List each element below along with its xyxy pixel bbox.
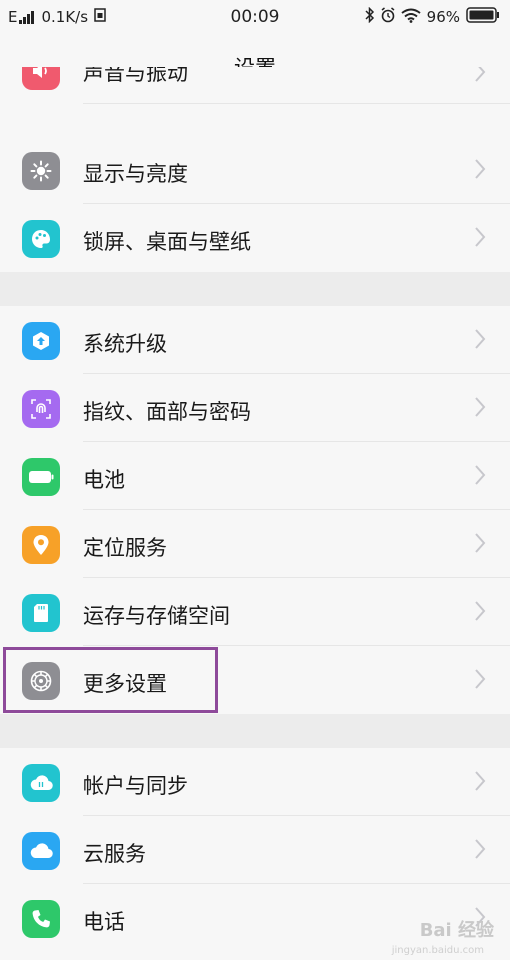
settings-row-label: 帐户与同步 (83, 774, 188, 798)
chevron-right-icon (475, 601, 486, 621)
chevron-right-icon (475, 669, 486, 689)
chevron-right-icon (475, 397, 486, 417)
battery-status-icon (466, 7, 500, 27)
volume-icon (22, 67, 60, 90)
settings-row-battery[interactable]: 电池 (0, 442, 510, 510)
settings-row-label: 显示与亮度 (83, 162, 188, 186)
settings-row-label: 电话 (83, 910, 125, 934)
wifi-icon (401, 8, 421, 27)
settings-row-label: 锁屏、桌面与壁纸 (83, 230, 251, 254)
settings-row-system-update[interactable]: 系统升级 (0, 306, 510, 374)
status-right: 96% (365, 6, 500, 27)
settings-row-lockscreen[interactable]: 锁屏、桌面与壁纸 (0, 204, 510, 272)
settings-row-sound[interactable]: 声音与振动 (0, 67, 510, 104)
battery-percent: 96% (426, 8, 460, 26)
alarm-icon (380, 7, 396, 27)
chevron-right-icon (475, 533, 486, 553)
settings-row-label: 云服务 (83, 842, 146, 866)
settings-row-cloud-service[interactable]: 云服务 (0, 816, 510, 884)
chevron-right-icon (475, 465, 486, 485)
chevron-right-icon (475, 227, 486, 247)
watermark-url: jingyan.baidu.com (391, 945, 484, 956)
update-icon (22, 322, 60, 360)
settings-row-display[interactable]: 显示与亮度 (0, 136, 510, 204)
cloud-icon (22, 832, 60, 870)
settings-row-accounts[interactable]: 帐户与同步 (0, 748, 510, 816)
settings-row-storage[interactable]: 运存与存储空间 (0, 578, 510, 646)
section-gap (0, 272, 510, 306)
palette-icon (22, 220, 60, 258)
chevron-right-icon (475, 839, 486, 859)
chevron-right-icon (475, 67, 486, 82)
location-icon (22, 526, 60, 564)
sun-icon (22, 152, 60, 190)
settings-row-location[interactable]: 定位服务 (0, 510, 510, 578)
fingerprint-icon (22, 390, 60, 428)
settings-row-label: 指纹、面部与密码 (83, 400, 251, 424)
cloud-sync-icon (22, 764, 60, 802)
chevron-right-icon (475, 771, 486, 791)
settings-row-label: 系统升级 (83, 332, 167, 356)
watermark: Bai 经验 (419, 920, 494, 941)
settings-row-label: 电池 (83, 468, 125, 492)
phone-icon (22, 900, 60, 938)
chevron-right-icon (475, 159, 486, 179)
settings-row-label: 声音与振动 (83, 67, 188, 85)
bluetooth-icon (365, 6, 375, 27)
storage-icon (22, 594, 60, 632)
chevron-right-icon (475, 329, 486, 349)
status-bar: E 0.1K/s 00:09 96% (0, 0, 510, 36)
settings-row-label: 运存与存储空间 (83, 604, 230, 628)
settings-row-fingerprint[interactable]: 指纹、面部与密码 (0, 374, 510, 442)
settings-row-label: 定位服务 (83, 536, 167, 560)
battery-icon (22, 458, 60, 496)
section-gap (0, 714, 510, 748)
highlight-box (3, 647, 218, 713)
